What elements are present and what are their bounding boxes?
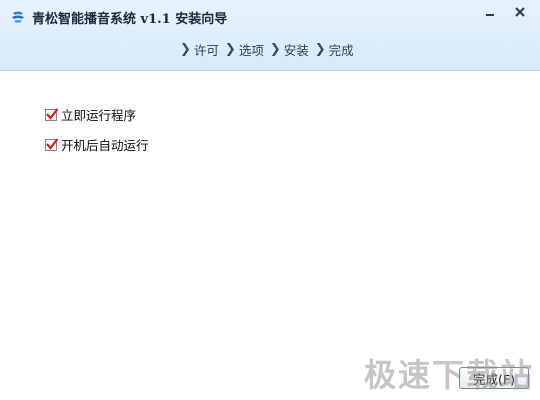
check-mark-icon [46,107,59,120]
app-logo-icon [10,9,26,25]
checkbox-label: 开机后自动运行 [61,138,149,153]
checkbox-box[interactable] [45,137,59,151]
window-title: 青松智能播音系统 v1.1 安装向导 [32,12,228,27]
content-area: 立即运行程序 开机后自动运行 [0,71,540,400]
step-label: 许可 [193,43,219,58]
chevron-right-icon: ❯ [314,42,326,57]
close-button[interactable] [508,2,532,22]
check-mark-icon [46,137,59,150]
minimize-button[interactable] [478,2,502,22]
step-finish: ❯ 完成 [315,40,354,59]
step-install: ❯ 安装 [270,40,309,59]
checkbox-label: 立即运行程序 [61,108,137,123]
checkbox-box[interactable] [45,107,59,121]
step-label: 选项 [238,43,264,58]
step-license: ❯ 许可 [180,40,219,59]
header-banner: 青松智能播音系统 v1.1 安装向导 ❯ 许可 ❯ 选项 ❯ 安装 ❯ 完成 [0,0,540,71]
step-label: 安装 [283,43,309,58]
step-label: 完成 [328,43,354,58]
autostart-checkbox[interactable]: 开机后自动运行 [45,135,149,154]
chevron-right-icon: ❯ [180,42,191,57]
close-icon [515,7,525,17]
finish-button[interactable]: 完成(F) [459,367,529,389]
run-now-checkbox[interactable]: 立即运行程序 [45,105,136,124]
step-options: ❯ 选项 [225,40,264,59]
wizard-steps: ❯ 许可 ❯ 选项 ❯ 安装 ❯ 完成 [180,40,354,59]
minimize-icon [486,14,494,16]
chevron-right-icon: ❯ [269,42,281,57]
chevron-right-icon: ❯ [224,42,236,57]
installer-window: 青松智能播音系统 v1.1 安装向导 ❯ 许可 ❯ 选项 ❯ 安装 ❯ 完成 立… [0,0,540,400]
